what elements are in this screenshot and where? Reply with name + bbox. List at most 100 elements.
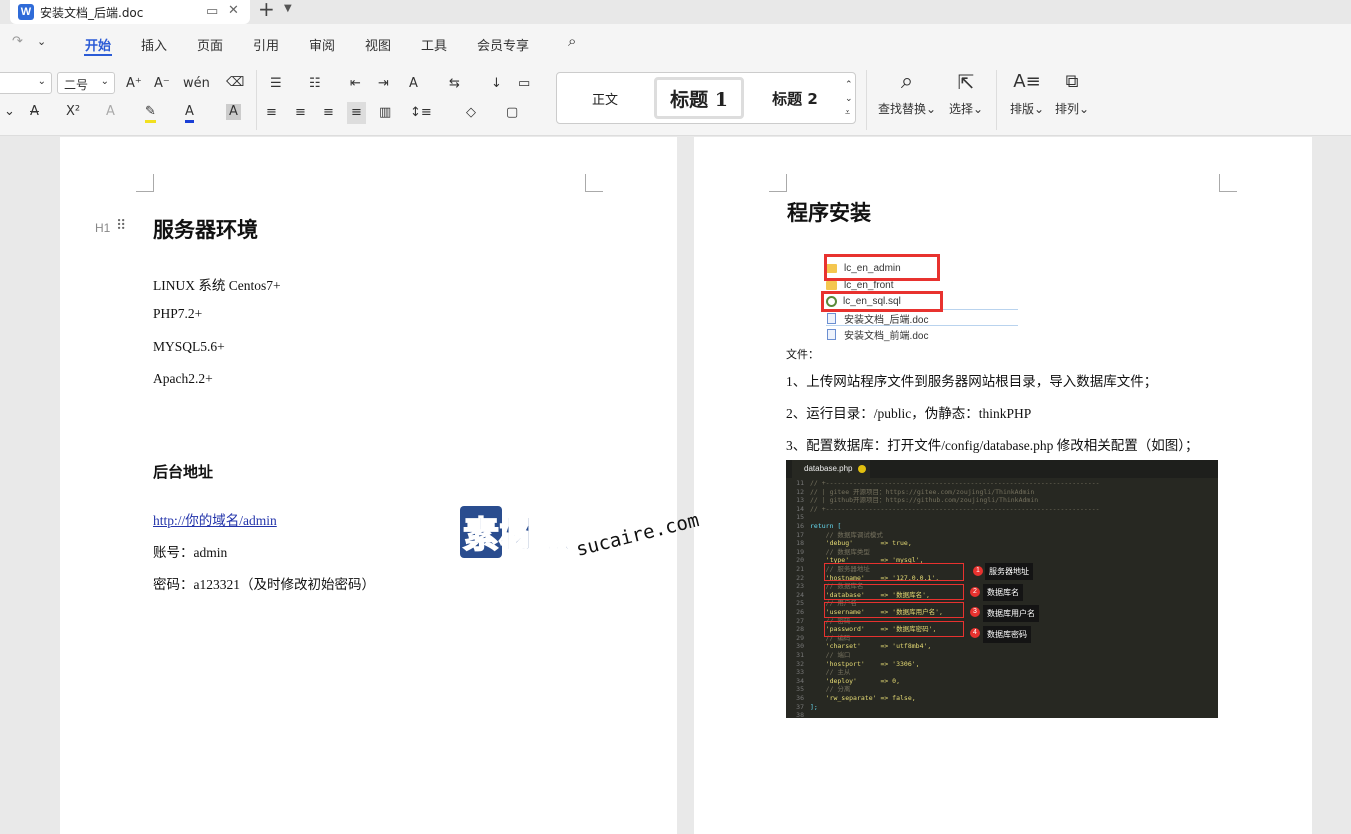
strikethrough-icon[interactable]: A	[30, 104, 39, 120]
menu-view[interactable]: 视图	[365, 35, 391, 54]
arrange-icon: ⧉	[1065, 71, 1079, 92]
align-right-icon[interactable]: ≡	[323, 105, 334, 121]
select-button[interactable]: ⇱ 选择⌄	[946, 70, 986, 117]
code-line: 17 // 数据库调试模式	[786, 531, 883, 540]
superscript-icon[interactable]: X²	[66, 104, 80, 120]
menu-review[interactable]: 审阅	[309, 35, 335, 54]
char-shading-icon[interactable]: A	[226, 104, 241, 120]
menu-bar: ↷ ⌄ 开始 插入 页面 引用 审阅 视图 工具 会员专享 ⌕	[0, 24, 1351, 62]
line-number: 30	[796, 642, 804, 651]
code-text: // 数据库调试模式	[810, 530, 883, 539]
document-tab[interactable]: W 安装文档_后端.doc ▭ ✕	[10, 0, 250, 24]
code-text: // | gitee 开源项目：https://gitee.com/zoujin…	[810, 487, 1035, 496]
code-line: 36 'rw_separate' => false,	[786, 694, 916, 703]
style-heading-1[interactable]: 标题 1	[654, 77, 744, 119]
distributed-icon[interactable]: ▥	[379, 105, 391, 121]
callout-label: 数据库名	[983, 584, 1023, 601]
menu-page[interactable]: 页面	[197, 35, 223, 54]
env-line: MYSQL5.6+	[153, 339, 225, 354]
numbered-list-icon[interactable]: ☷	[309, 76, 321, 92]
menu-insert[interactable]: 插入	[141, 35, 167, 54]
code-line: 11 // +----------------------------------…	[786, 479, 1100, 488]
style-normal[interactable]: 正文	[557, 73, 653, 123]
clear-format-icon[interactable]: ⌫	[226, 75, 244, 91]
bullet-list-icon[interactable]: ☰	[270, 76, 282, 92]
align-center-icon[interactable]: ≡	[295, 105, 306, 121]
line-number: 32	[796, 659, 804, 668]
line-number: 21	[796, 565, 804, 573]
phonetic-guide-icon[interactable]: wén	[183, 76, 210, 92]
file-item: 安装文档_前端.doc	[826, 326, 928, 342]
text-effect-icon[interactable]: A	[106, 104, 115, 120]
admin-url-link[interactable]: http://你的域名/admin	[153, 509, 277, 529]
active-menu-indicator	[84, 54, 112, 56]
code-text: 'debug' => true,	[810, 539, 912, 548]
shading-icon[interactable]: ◇	[466, 105, 476, 121]
drag-handle-icon[interactable]: ⠿	[116, 218, 126, 235]
window-tab-bar: W 安装文档_后端.doc ▭ ✕ + ▼	[0, 0, 1351, 24]
install-step: 3、配置数据库：打开文件/config/database.php 修改相关配置（…	[786, 438, 1199, 453]
grow-font-icon[interactable]: A⁺	[126, 76, 142, 92]
code-text: // +------------------------------------…	[810, 479, 1100, 487]
folder-icon	[826, 280, 837, 290]
code-line: 16 return [	[786, 522, 841, 531]
show-marks-icon[interactable]: ▭	[518, 76, 530, 92]
justify-icon[interactable]: ≡	[347, 102, 366, 124]
text-direction-icon[interactable]: A	[409, 76, 418, 92]
code-line: 15	[786, 513, 810, 522]
line-number: 13	[796, 496, 804, 505]
line-number: 20	[796, 556, 804, 565]
borders-icon[interactable]: ▢	[506, 105, 518, 121]
font-color-icon[interactable]: A	[185, 104, 194, 123]
monitor-icon[interactable]: ▭	[206, 4, 218, 20]
password-text: 密码：a123321（及时修改初始密码）	[153, 577, 375, 592]
env-line: PHP7.2+	[153, 306, 203, 321]
menu-member[interactable]: 会员专享	[477, 35, 529, 54]
sort-icon[interactable]: ↓	[491, 76, 502, 92]
env-line: Apach2.2+	[153, 371, 213, 386]
code-line: 13 // | github开源项目：https://github.com/zou…	[786, 496, 1038, 505]
shrink-font-icon[interactable]: A⁻	[154, 76, 170, 92]
typeset-icon: A≡	[1013, 71, 1041, 92]
arrange-button[interactable]: ⧉ 排列⌄	[1052, 70, 1092, 117]
ribbon-toolbar: ⌄ 二号 ⌄ A⁺ A⁻ wén ⌫ ⌄ A X² A ✎ A A ☰ ☷ ⇤ ⇥…	[0, 62, 1351, 136]
line-spacing-icon[interactable]: ↕≡	[410, 105, 432, 121]
font-size-combo[interactable]: 二号 ⌄	[57, 72, 115, 94]
menu-references[interactable]: 引用	[253, 35, 279, 54]
callout-badge: 3	[970, 607, 980, 617]
redo-icon[interactable]: ↷	[12, 34, 23, 50]
watermark-domain: sucaire.com	[574, 509, 701, 561]
callout-label: 服务器地址	[985, 563, 1033, 580]
highlight-icon[interactable]: ✎	[145, 104, 156, 123]
decrease-indent-icon[interactable]: ⇤	[350, 76, 361, 92]
line-number: 25	[796, 599, 804, 608]
align-left-icon[interactable]: ≡	[266, 105, 277, 121]
font-family-combo[interactable]: ⌄	[0, 72, 52, 94]
code-text: // 端口	[810, 651, 851, 659]
code-highlight-box	[824, 563, 964, 581]
document-icon	[827, 328, 836, 340]
menu-tools[interactable]: 工具	[421, 35, 447, 54]
line-number: 22	[796, 573, 804, 582]
layout-button[interactable]: A≡ 排版⌄	[1008, 70, 1046, 117]
code-line: 38	[786, 711, 810, 718]
chevron-down-icon[interactable]: ⌄	[4, 104, 15, 120]
chevron-down-icon[interactable]: ▼	[284, 3, 292, 14]
increase-indent-icon[interactable]: ⇥	[378, 76, 389, 92]
new-tab-plus-icon[interactable]: +	[258, 0, 275, 20]
find-replace-button[interactable]: ⌕ 查找替换⌄	[876, 70, 938, 117]
code-editor-tab-bar: database.php	[786, 460, 1218, 478]
style-heading-2[interactable]: 标题 2	[747, 73, 843, 123]
swap-icon[interactable]: ⇆	[449, 76, 460, 92]
close-icon[interactable]: ✕	[228, 3, 239, 19]
search-icon[interactable]: ⌕	[568, 33, 576, 49]
code-text: // | github开源项目：https://github.com/zouji…	[810, 496, 1039, 505]
chevron-down-icon[interactable]: ⌄	[37, 34, 46, 50]
file-item: 安装文档_后端.doc	[826, 310, 928, 326]
heading-marker-icon[interactable]: H1	[95, 221, 110, 235]
line-number: 24	[796, 590, 804, 599]
line-number: 18	[796, 539, 804, 548]
menu-home[interactable]: 开始	[85, 35, 111, 54]
expand-styles-icon[interactable]: ⩡	[845, 105, 850, 121]
line-number: 27	[796, 616, 804, 625]
